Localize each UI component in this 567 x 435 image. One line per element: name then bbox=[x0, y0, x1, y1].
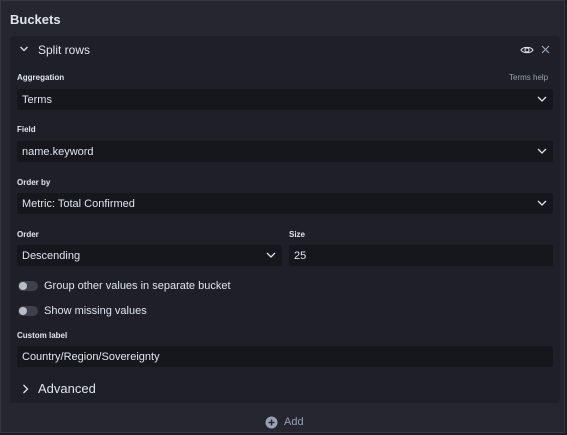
custom-label-value: Country/Region/Sovereignty bbox=[22, 351, 160, 363]
size-value: 25 bbox=[294, 250, 307, 262]
show-missing-toggle[interactable] bbox=[18, 306, 38, 316]
split-rows-bucket: Split rows Aggregation Terms help Terms … bbox=[10, 36, 560, 403]
field-select[interactable]: name.keyword bbox=[17, 141, 553, 162]
field-label: Field bbox=[17, 125, 36, 134]
order-by-value: Metric: Total Confirmed bbox=[22, 198, 135, 210]
aggregation-label: Aggregation bbox=[17, 73, 65, 82]
buckets-panel: Buckets Split rows Aggregation Terms hel… bbox=[0, 0, 565, 433]
add-label: Add bbox=[284, 416, 304, 428]
advanced-toggle[interactable]: Advanced bbox=[38, 381, 96, 396]
bucket-header[interactable]: Split rows bbox=[10, 36, 560, 64]
chevron-down-icon bbox=[266, 252, 276, 258]
eye-icon[interactable] bbox=[520, 43, 534, 57]
panel-title: Buckets bbox=[10, 12, 61, 27]
chevron-down-icon[interactable] bbox=[19, 44, 29, 54]
chevron-down-icon bbox=[537, 200, 547, 206]
terms-help-link[interactable]: Terms help bbox=[509, 73, 548, 82]
custom-label-label: Custom label bbox=[17, 331, 68, 340]
chevron-down-icon bbox=[537, 96, 547, 102]
group-other-toggle[interactable] bbox=[18, 281, 38, 291]
chevron-right-icon[interactable] bbox=[22, 384, 29, 394]
order-by-label: Order by bbox=[17, 178, 51, 187]
add-button[interactable]: Add bbox=[265, 414, 304, 430]
size-label: Size bbox=[289, 230, 306, 239]
order-by-select[interactable]: Metric: Total Confirmed bbox=[17, 193, 553, 214]
chevron-down-icon bbox=[537, 148, 547, 154]
order-value: Descending bbox=[22, 250, 81, 262]
group-other-label: Group other values in separate bucket bbox=[44, 280, 231, 292]
custom-label-input[interactable]: Country/Region/Sovereignty bbox=[17, 346, 553, 367]
field-value: name.keyword bbox=[22, 146, 94, 158]
plus-circle-icon bbox=[265, 416, 278, 428]
aggregation-select[interactable]: Terms bbox=[17, 89, 553, 110]
size-input[interactable]: 25 bbox=[289, 245, 553, 266]
order-select[interactable]: Descending bbox=[17, 245, 282, 266]
show-missing-label: Show missing values bbox=[44, 305, 147, 317]
aggregation-value: Terms bbox=[22, 94, 52, 106]
bucket-title: Split rows bbox=[38, 43, 91, 57]
close-icon[interactable] bbox=[541, 45, 550, 54]
order-label: Order bbox=[17, 230, 39, 239]
